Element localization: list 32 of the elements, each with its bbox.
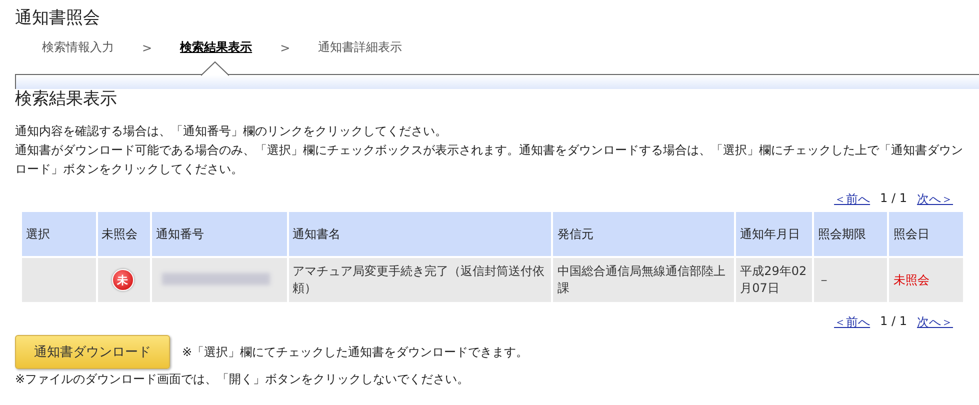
viewed-status: 未照会 <box>893 272 930 286</box>
unread-badge: 未 <box>112 269 134 291</box>
instruction-text: 通知書がダウンロード可能である場合のみ、「選択」欄にチェックボックスが表示されます。通知書をダウンロードする場合は、「選択」欄にチェックした上で「通知書ダウンロード」ボタンをクリックしてください。 <box>15 142 964 178</box>
column-header: 通知番号 <box>152 212 287 258</box>
column-header: 未照会 <box>98 212 150 258</box>
page-title: 通知書照会 <box>15 7 101 29</box>
download-note: ※「選択」欄にてチェックした通知書をダウンロードできます。 <box>182 344 528 360</box>
step-separator: > <box>142 40 152 54</box>
page-number: 1 / 1 <box>880 191 907 207</box>
step-item: 検索情報入力 <box>42 39 114 56</box>
table-cell: － <box>814 258 888 302</box>
step-separator: > <box>280 40 290 54</box>
column-header: 通知年月日 <box>736 212 812 258</box>
column-header: 照会期限 <box>814 212 888 258</box>
section-title: 検索結果表示 <box>15 88 118 110</box>
instruction-text: 通知内容を確認する場合は、「通知番号」欄のリンクをクリックしてください。 <box>15 123 448 140</box>
step-item: 通知書詳細表示 <box>318 39 402 56</box>
table-cell: アマチュア局変更手続き完了（返信封筒送付依頼） <box>288 258 552 302</box>
footer-note: ※ファイルのダウンロード画面では、「開く」ボタンをクリックしないでください。 <box>15 371 470 388</box>
table-cell: 平成29年02月07日 <box>736 258 812 302</box>
download-button[interactable]: 通知書ダウンロード <box>15 335 170 369</box>
step-item: 検索結果表示 <box>180 39 252 56</box>
column-header: 通知書名 <box>288 212 552 258</box>
column-header: 照会日 <box>889 212 963 258</box>
next-link[interactable]: 次へ＞ <box>917 191 953 208</box>
next-link[interactable]: 次へ＞ <box>917 314 953 331</box>
prev-link[interactable]: ＜前へ <box>834 191 870 208</box>
page-number: 1 / 1 <box>880 314 907 330</box>
column-header: 選択 <box>22 212 96 258</box>
column-header: 発信元 <box>553 212 734 258</box>
table-cell: 中国総合通信局無線通信部陸上課 <box>553 258 734 302</box>
prev-link[interactable]: ＜前へ <box>834 314 870 331</box>
